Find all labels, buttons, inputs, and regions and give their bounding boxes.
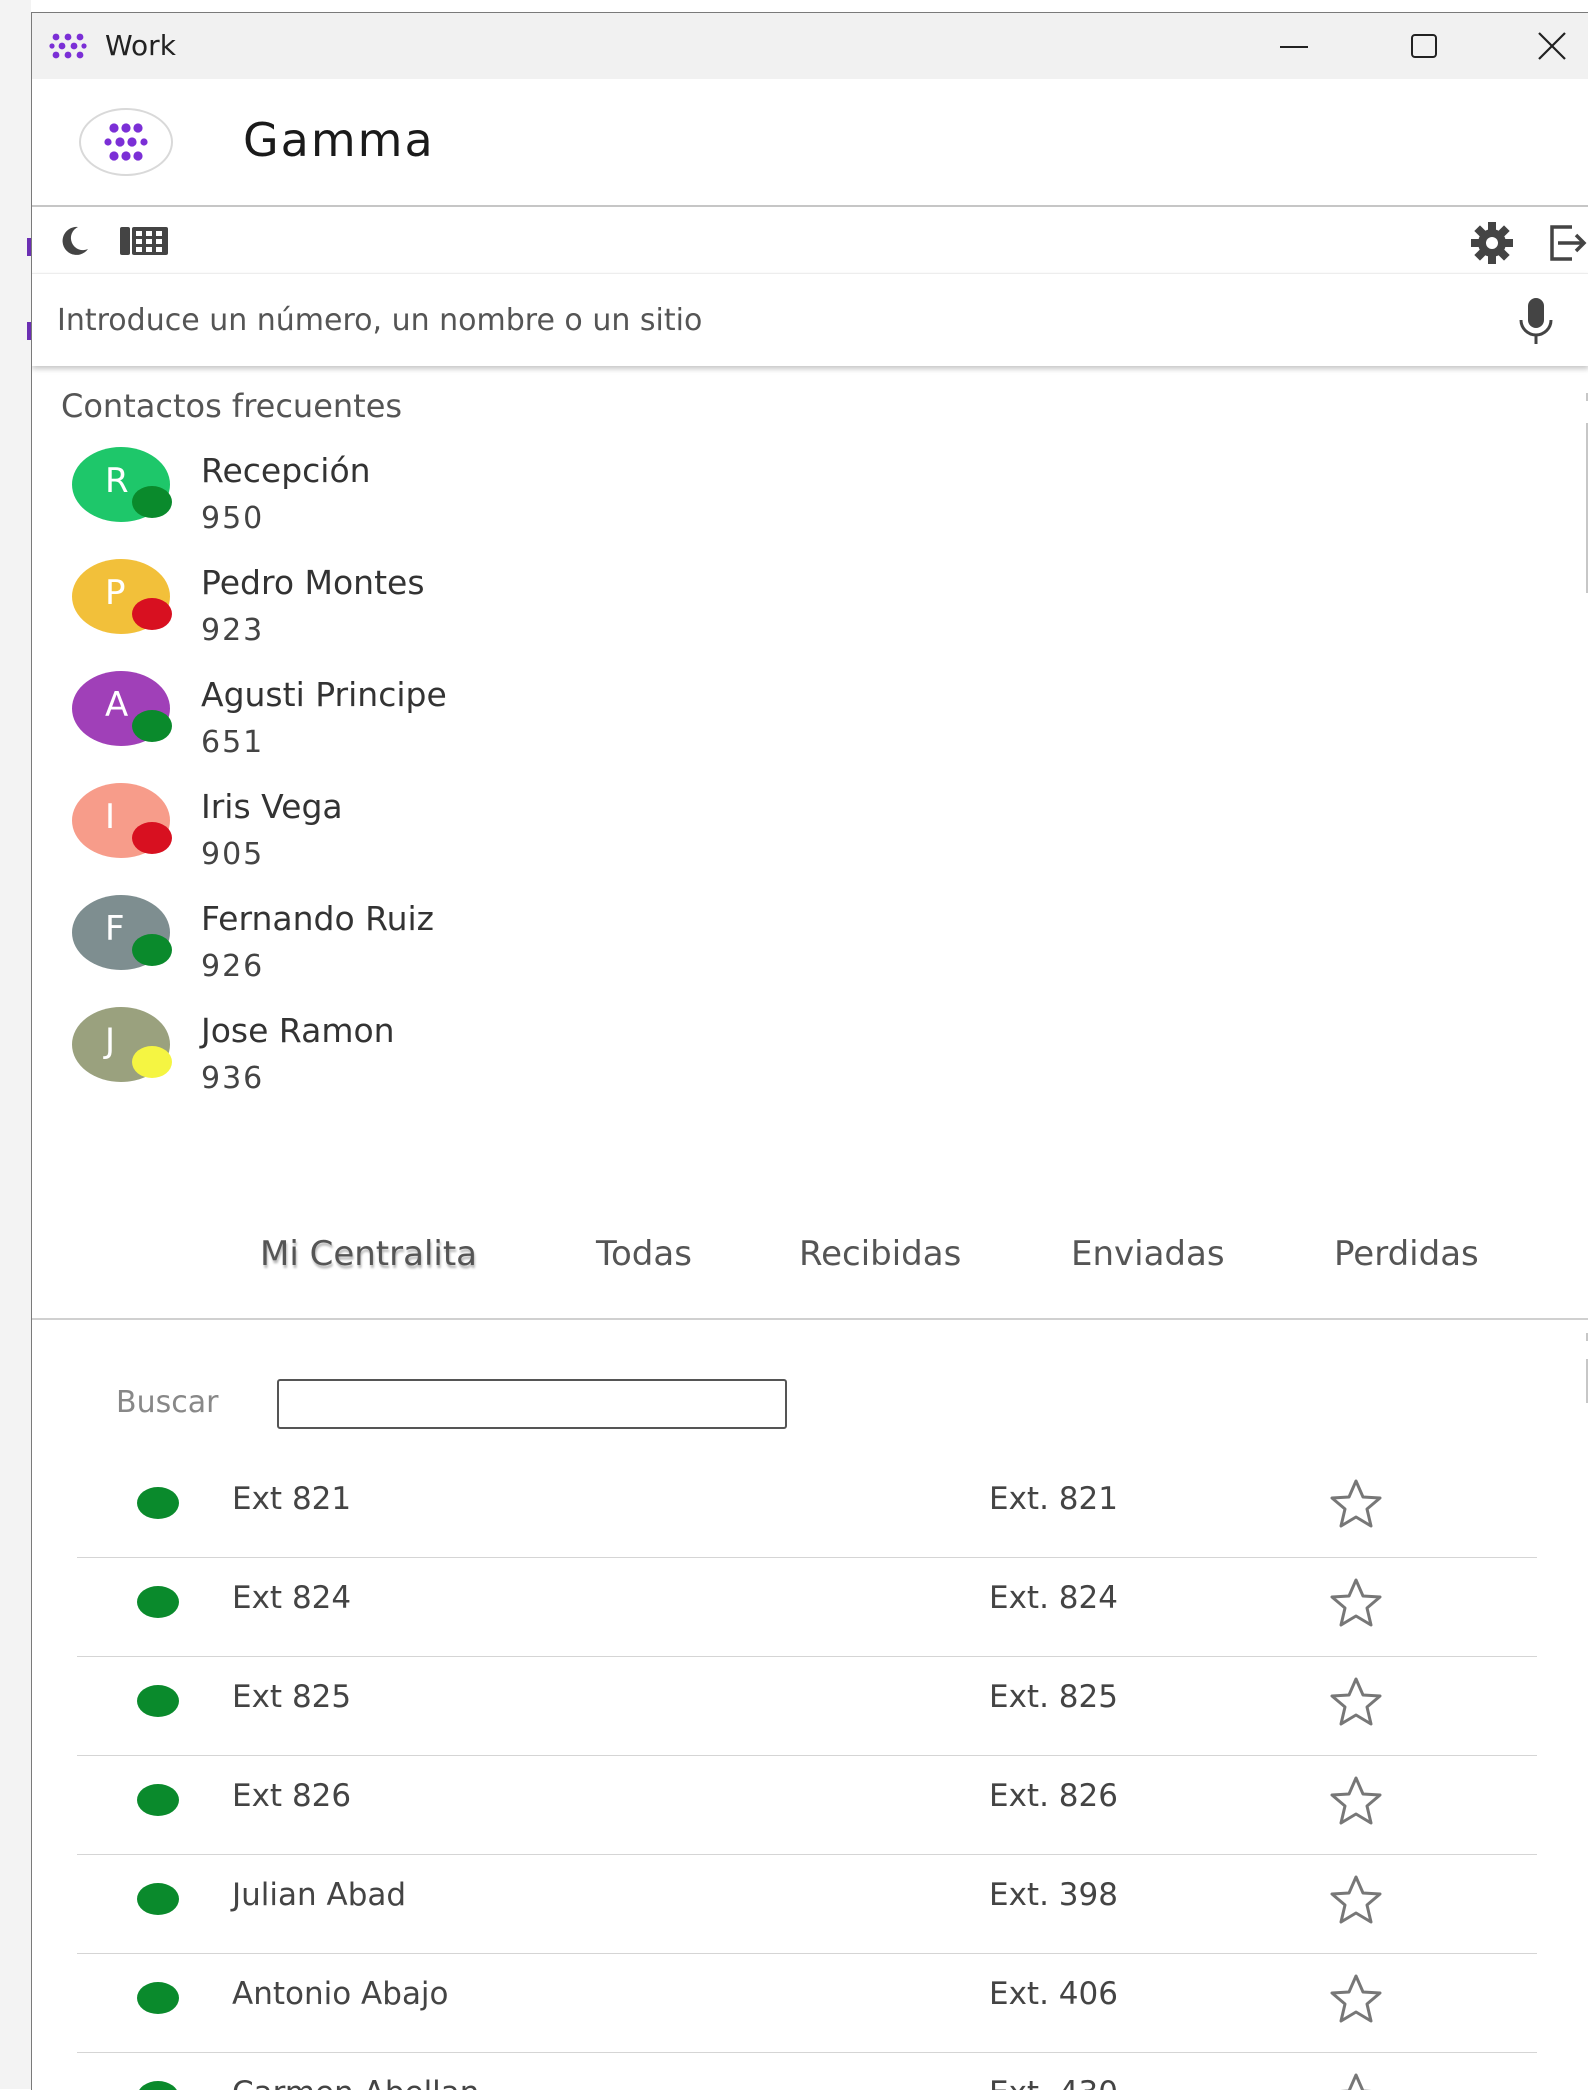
- toolbar: [32, 207, 1588, 273]
- maximize-icon: [1411, 34, 1437, 58]
- star-icon[interactable]: [1327, 2071, 1385, 2090]
- tab-perdidas[interactable]: Perdidas: [1334, 1234, 1479, 1274]
- extension-number: Ext. 430: [989, 2075, 1118, 2090]
- brand-logo: [79, 108, 173, 176]
- extension-name: Ext 821: [232, 1481, 352, 1517]
- close-icon: [1538, 32, 1566, 60]
- contact-number: 651: [201, 725, 265, 760]
- dialpad-icon[interactable]: [116, 221, 176, 261]
- close-button[interactable]: [1520, 23, 1584, 69]
- extension-name: Ext 825: [232, 1679, 352, 1715]
- presence-dot: [137, 1487, 179, 1519]
- frequent-contact[interactable]: F Fernando Ruiz 926: [32, 895, 932, 995]
- extension-name: Ext 824: [232, 1580, 352, 1616]
- call-tabs: Mi Centralita Todas Recibidas Enviadas P…: [32, 1228, 1588, 1320]
- logout-icon[interactable]: [1544, 221, 1588, 265]
- table-row[interactable]: Ext 826 Ext. 826: [77, 1756, 1537, 1855]
- star-icon[interactable]: [1327, 1675, 1385, 1729]
- contact-name: Recepción: [201, 451, 371, 490]
- presence-dot: [132, 710, 172, 742]
- presence-dot: [137, 1883, 179, 1915]
- extension-number: Ext. 825: [989, 1679, 1118, 1715]
- tab-todas[interactable]: Todas: [596, 1234, 692, 1274]
- frequent-contacts-title: Contactos frecuentes: [61, 387, 403, 425]
- star-icon[interactable]: [1327, 1873, 1385, 1927]
- extension-name: Ext 826: [232, 1778, 352, 1814]
- presence-dot: [132, 486, 172, 518]
- extension-number: Ext. 824: [989, 1580, 1118, 1616]
- presence-dot: [132, 934, 172, 966]
- extension-name: Carmen Abellan: [232, 2075, 479, 2090]
- frequent-contact[interactable]: A Agusti Principe 651: [32, 671, 932, 771]
- contact-number: 950: [201, 501, 265, 536]
- filter-input[interactable]: [277, 1379, 787, 1429]
- presence-dot: [132, 822, 172, 854]
- presence-dot: [132, 598, 172, 630]
- tab-enviadas[interactable]: Enviadas: [1071, 1234, 1225, 1274]
- contact-number: 936: [201, 1061, 265, 1096]
- star-icon[interactable]: [1327, 1576, 1385, 1630]
- frequent-contact[interactable]: R Recepción 950: [32, 447, 932, 547]
- extension-number: Ext. 406: [989, 1976, 1118, 2012]
- table-row[interactable]: Julian Abad Ext. 398: [77, 1855, 1537, 1954]
- frequent-contact[interactable]: P Pedro Montes 923: [32, 559, 932, 659]
- star-icon[interactable]: [1327, 1972, 1385, 2026]
- tab-recibidas[interactable]: Recibidas: [799, 1234, 961, 1274]
- presence-dot: [132, 1046, 172, 1078]
- table-row[interactable]: Ext 824 Ext. 824: [77, 1558, 1537, 1657]
- contact-name: Iris Vega: [201, 787, 343, 826]
- contact-number: 905: [201, 837, 265, 872]
- title-bar: Work: [32, 13, 1588, 79]
- dots-logo-icon: [104, 123, 148, 161]
- table-row[interactable]: Ext 821 Ext. 821: [77, 1459, 1537, 1558]
- tab-mi-centralita[interactable]: Mi Centralita: [260, 1234, 477, 1274]
- contact-name: Pedro Montes: [201, 563, 425, 602]
- extension-number: Ext. 826: [989, 1778, 1118, 1814]
- extension-number: Ext. 821: [989, 1481, 1118, 1517]
- presence-dot: [137, 1685, 179, 1717]
- table-row[interactable]: Antonio Abajo Ext. 406: [77, 1954, 1537, 2053]
- presence-dot: [137, 1784, 179, 1816]
- dial-search-bar: [32, 273, 1588, 366]
- filter-label: Buscar: [116, 1385, 219, 1420]
- dial-search-input[interactable]: [55, 296, 1499, 344]
- contact-name: Fernando Ruiz: [201, 899, 434, 938]
- microphone-icon[interactable]: [1514, 296, 1558, 348]
- contact-number: 926: [201, 949, 265, 984]
- extension-name: Antonio Abajo: [232, 1976, 449, 2012]
- maximize-button[interactable]: [1392, 23, 1456, 69]
- extension-number: Ext. 398: [989, 1877, 1118, 1913]
- extension-name: Julian Abad: [232, 1877, 407, 1913]
- minimize-icon: [1280, 46, 1308, 48]
- star-icon[interactable]: [1327, 1774, 1385, 1828]
- app-icon: [49, 33, 87, 59]
- contact-name: Jose Ramon: [201, 1011, 395, 1050]
- table-row[interactable]: Carmen Abellan Ext. 430: [77, 2053, 1537, 2090]
- minimize-button[interactable]: [1262, 23, 1326, 69]
- presence-dot: [137, 1982, 179, 2014]
- desktop-edge: [0, 0, 31, 2089]
- table-row[interactable]: Ext 825 Ext. 825: [77, 1657, 1537, 1756]
- window-title: Work: [105, 29, 176, 62]
- app-window: Work Gamma Introduce un número, un nombr…: [31, 12, 1588, 2090]
- frequent-contact[interactable]: I Iris Vega 905: [32, 783, 932, 883]
- brand-name: Gamma: [243, 113, 435, 167]
- gear-icon[interactable]: [1470, 221, 1514, 265]
- presence-dot: [137, 1586, 179, 1618]
- star-icon[interactable]: [1327, 1477, 1385, 1531]
- contact-number: 923: [201, 613, 265, 648]
- contact-name: Agusti Principe: [201, 675, 447, 714]
- frequent-contact[interactable]: J Jose Ramon 936: [32, 1007, 932, 1107]
- moon-icon[interactable]: [54, 221, 94, 261]
- app-header: Gamma: [32, 79, 1588, 207]
